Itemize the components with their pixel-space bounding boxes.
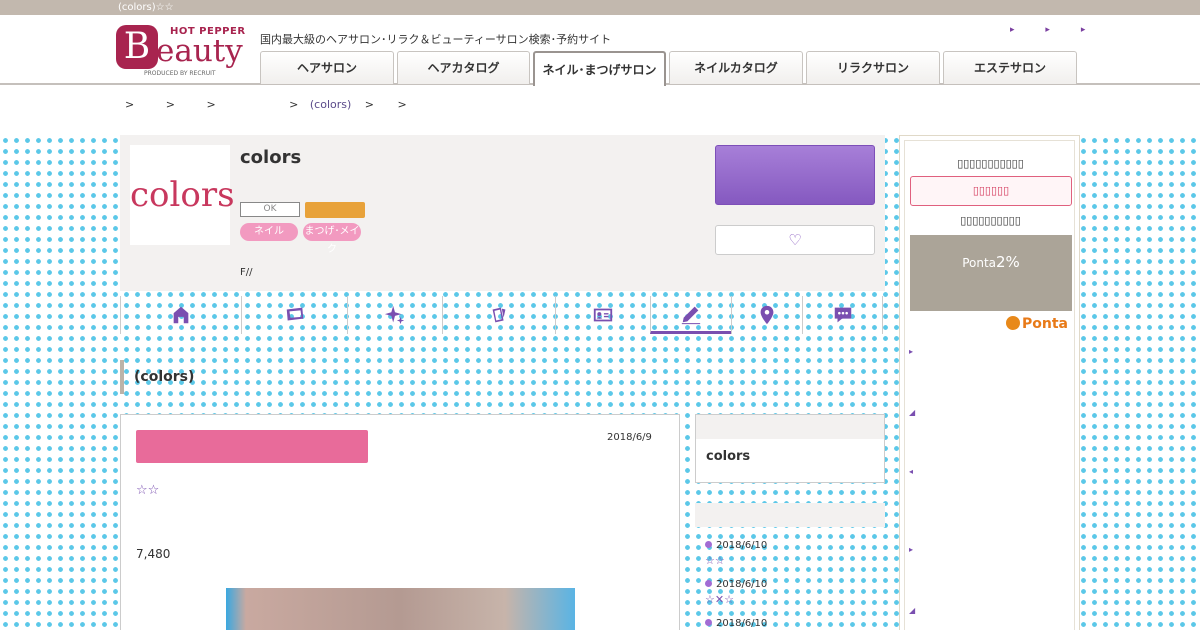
breadcrumb-sep[interactable]: > [166, 98, 175, 111]
tab-1[interactable]: ヘアカタログ [397, 51, 530, 84]
right-column: ▯▯▯▯▯▯▯▯▯▯▯ ▯▯▯▯▯▯ ▯▯▯▯▯▯▯▯▯▯ Ponta2% Po… [899, 135, 1080, 630]
blogger-box-header [696, 415, 884, 439]
recent-post-title[interactable]: ☆✕☆ [705, 593, 885, 606]
breadcrumb-sep: > [364, 98, 374, 111]
nav-staff[interactable] [555, 296, 650, 334]
ponta-subheading: ▯▯▯▯▯▯▯▯▯▯ [960, 214, 1021, 227]
recent-post[interactable]: 2018/6/10 [705, 618, 885, 630]
section-title: (colors) [120, 360, 194, 394]
recent-post-date: 2018/6/10 [705, 579, 885, 590]
blog-price: 7,480 [136, 547, 171, 561]
ponta-logo: Ponta [1006, 316, 1068, 332]
sparkle-icon [384, 305, 405, 325]
category-tabs: ヘアサロン ヘアカタログ ネイル･まつげサロン ネイルカタログ リラクサロン エステサロン [260, 51, 1080, 86]
recent-posts-list: 2018/6/10 ☆☆ 2018/6/10 ☆✕☆ 2018/6/10 [705, 540, 885, 630]
badge-orange [305, 202, 365, 218]
blogger-box: colors [695, 414, 885, 483]
blogger-name[interactable]: colors [696, 439, 884, 464]
salon-header: colors colors OK ネイル まつげ･メイク F// ♡ [120, 135, 885, 291]
login-button[interactable]: ▯▯▯▯▯▯ [910, 176, 1072, 206]
site-tagline: 国内最大級のヘアサロン･リラク＆ビューティーサロン検索･予約サイト [260, 33, 612, 46]
reserve-button[interactable] [715, 145, 875, 205]
heart-icon: ♡ [788, 231, 802, 249]
blog-title: ☆☆ [136, 483, 160, 498]
header-link-arrow-icon[interactable]: ▸ [1010, 25, 1015, 35]
tab-4[interactable]: リラクサロン [806, 51, 940, 84]
header-link-arrow-icon[interactable]: ▸ [1045, 25, 1050, 35]
breadcrumb-sep[interactable]: > [206, 98, 215, 111]
tab-0[interactable]: ヘアサロン [260, 51, 394, 84]
ponta-mascot-icon [1006, 316, 1020, 330]
cards-icon [492, 307, 506, 323]
tab-3[interactable]: ネイルカタログ [669, 51, 803, 84]
arrow-icon[interactable]: ◢ [909, 606, 915, 615]
site-header: B HOT PEPPER eauty PRODUCED BY RECRUIT 国… [0, 15, 1200, 86]
tag-nail[interactable]: ネイル [240, 223, 298, 241]
nav-catalog[interactable] [442, 296, 555, 334]
nav-home[interactable] [120, 296, 241, 334]
recent-post[interactable]: 2018/6/10 ☆☆ [705, 540, 885, 579]
hotpepper-beauty-logo[interactable]: B HOT PEPPER eauty PRODUCED BY RECRUIT [116, 25, 248, 81]
blog-date: 2018/6/9 [607, 432, 652, 443]
ponta-percent: 2% [996, 253, 1020, 271]
map-pin-icon [760, 305, 774, 325]
recent-post[interactable]: 2018/6/10 ☆✕☆ [705, 579, 885, 618]
breadcrumb-sep: > [397, 98, 407, 111]
salon-address: F// [240, 267, 253, 278]
logo-word: eauty [156, 33, 243, 69]
arrow-icon[interactable]: ◂ [909, 467, 913, 476]
salon-name: colors [240, 147, 302, 168]
breadcrumb-sep[interactable]: > [289, 98, 298, 111]
recent-post-date: 2018/6/10 [705, 618, 885, 629]
breadcrumb: > > > > (colors) > > [125, 98, 435, 111]
nav-coupon[interactable] [241, 296, 347, 334]
nav-reviews[interactable] [802, 296, 883, 334]
header-link-arrow-icon[interactable]: ▸ [1081, 25, 1086, 35]
salon-nav [120, 296, 885, 336]
pencil-icon [681, 306, 701, 324]
ponta-heading: ▯▯▯▯▯▯▯▯▯▯▯ [957, 157, 1024, 170]
ponta-panel: ▯▯▯▯▯▯▯▯▯▯▯ ▯▯▯▯▯▯ ▯▯▯▯▯▯▯▯▯▯ Ponta2% Po… [904, 140, 1075, 630]
speech-bubble-icon [834, 307, 851, 323]
ponta-label: Ponta [962, 256, 997, 270]
badge-ok: OK [240, 202, 300, 217]
arrow-icon[interactable]: ▸ [909, 545, 913, 554]
staff-card-icon [593, 308, 613, 322]
tab-2[interactable]: ネイル･まつげサロン [533, 51, 666, 86]
arrow-icon[interactable]: ◢ [909, 408, 915, 417]
blog-photo[interactable] [226, 588, 575, 630]
blog-entry: 2018/6/9 ☆☆ 7,480 [120, 414, 680, 630]
nav-map[interactable] [731, 296, 802, 334]
header-links: ▸ ▸ ▸ [1010, 25, 1113, 35]
arrow-icon[interactable]: ▸ [909, 347, 913, 356]
logo-initial: B [116, 25, 158, 69]
salon-logo: colors [130, 145, 235, 245]
ponta-points-banner[interactable]: Ponta2% [910, 235, 1072, 311]
home-icon [173, 306, 189, 324]
coupon-icon [286, 307, 303, 321]
blog-category-tag[interactable] [136, 430, 368, 463]
breadcrumb-sep[interactable]: > [125, 98, 134, 111]
recent-posts-header [695, 503, 885, 527]
tag-eyelash[interactable]: まつげ･メイク [303, 223, 361, 255]
nav-blog[interactable] [650, 296, 731, 334]
recent-post-title[interactable]: ☆☆ [705, 554, 885, 567]
page-title-bar: (colors)☆☆ [0, 0, 1200, 15]
nav-design[interactable] [347, 296, 442, 334]
logo-produced-by: PRODUCED BY RECRUIT [144, 70, 216, 77]
page-title: (colors)☆☆ [118, 2, 174, 13]
tab-5[interactable]: エステサロン [943, 51, 1077, 84]
ponta-logo-text: Ponta [1022, 316, 1068, 332]
favorite-button[interactable]: ♡ [715, 225, 875, 255]
breadcrumb-salon-link[interactable]: (colors) [310, 98, 351, 111]
recent-post-date: 2018/6/10 [705, 540, 885, 551]
